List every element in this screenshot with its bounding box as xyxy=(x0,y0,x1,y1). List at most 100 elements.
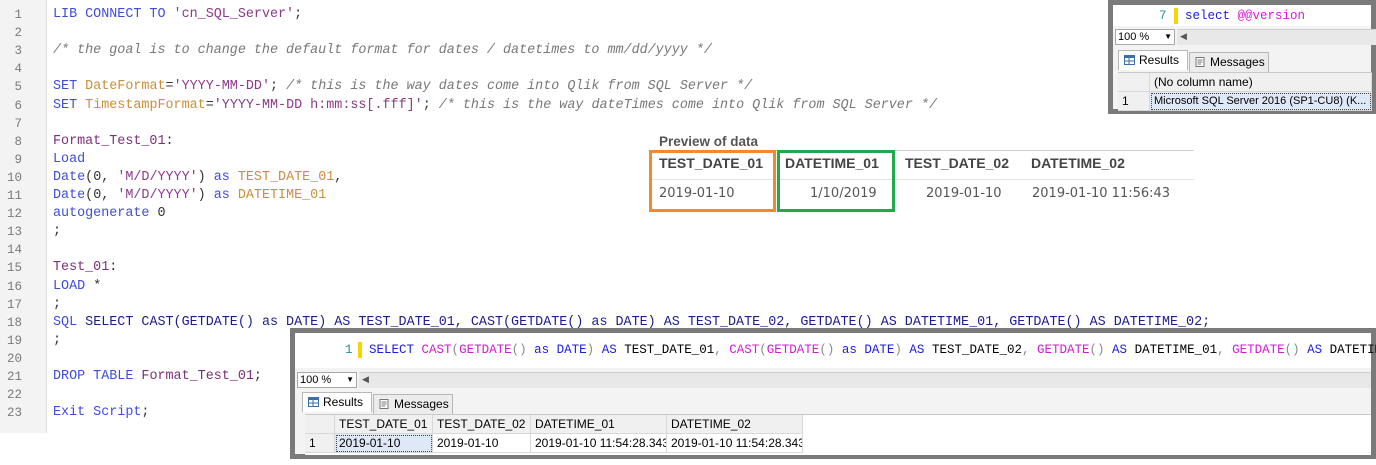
change-marker xyxy=(358,342,362,358)
chevron-down-icon: ▼ xyxy=(1164,32,1172,41)
query-editor[interactable]: 7 select @@version xyxy=(1113,5,1371,26)
code-token: Exit Script xyxy=(53,405,142,421)
results-grid[interactable]: (No column name) 1 Microsoft SQL Server … xyxy=(1118,72,1372,111)
cell-test-date-02[interactable]: 2019-01-10 xyxy=(433,434,531,453)
preview-header-datetime-02[interactable]: DATETIME_02 xyxy=(1031,155,1125,171)
horizontal-scrollbar[interactable]: ◀ xyxy=(1177,29,1376,45)
tab-results[interactable]: Results xyxy=(302,392,372,412)
line-number: 3 xyxy=(14,44,22,59)
row-number[interactable]: 1 xyxy=(305,434,335,453)
line-code[interactable]: ; xyxy=(53,223,61,241)
column-header-datetime-02[interactable]: DATETIME_02 xyxy=(667,415,803,434)
scroll-left-icon: ◀ xyxy=(362,374,369,384)
line-code[interactable]: Load xyxy=(53,151,85,169)
line-code[interactable]: LOAD * xyxy=(53,278,101,296)
tab-messages[interactable]: Messages xyxy=(373,394,453,414)
line-code[interactable]: ; xyxy=(53,332,61,350)
code-token: * xyxy=(93,278,102,294)
line-code[interactable]: Date(0, 'M/D/YYYY') as DATETIME_01 xyxy=(53,187,326,205)
code-token: LIB CONNECT TO xyxy=(53,7,174,22)
code-token: : xyxy=(165,133,174,149)
line-code[interactable]: Format_Test_01: xyxy=(53,133,174,151)
zoom-select[interactable]: 100 % ▼ xyxy=(297,372,357,388)
code-token: : xyxy=(109,260,118,276)
preview-header-test-date-02[interactable]: TEST_DATE_02 xyxy=(905,155,1009,171)
highlight-box-green xyxy=(777,150,895,212)
line-number: 23 xyxy=(6,406,22,421)
code-token: as xyxy=(213,188,238,203)
line-code[interactable]: Test_01: xyxy=(53,259,117,277)
code-token: ; xyxy=(141,405,150,421)
code-token: autogenerate xyxy=(53,206,158,222)
column-header-test-date-01[interactable]: TEST_DATE_01 xyxy=(335,415,433,434)
line-number: 1 xyxy=(14,8,22,22)
code-token: /* this is the way dateTimes come into Q… xyxy=(438,97,937,113)
query-text[interactable]: select @@version xyxy=(1185,9,1305,23)
query-editor[interactable]: 1 SELECT CAST(GETDATE() as DATE) AS TEST… xyxy=(295,333,1376,368)
code-token: DateFormat xyxy=(85,79,166,95)
code-token: as xyxy=(213,169,238,185)
line-number: 17 xyxy=(6,297,22,312)
code-token: ; xyxy=(422,97,439,113)
line-number: 9 xyxy=(14,152,22,167)
change-marker xyxy=(1174,8,1178,24)
code-token: ; xyxy=(294,7,303,22)
row-header-corner xyxy=(305,415,335,434)
line-number: 19 xyxy=(6,333,22,348)
line-number: 6 xyxy=(14,98,22,113)
line-number: 2 xyxy=(14,26,22,41)
code-token: SQL xyxy=(53,314,86,330)
tab-messages[interactable]: Messages xyxy=(1189,52,1269,72)
row-number[interactable]: 1 xyxy=(1118,92,1150,111)
line-code[interactable]: DROP TABLE Format_Test_01; xyxy=(53,368,262,386)
results-grid[interactable]: TEST_DATE_01 TEST_DATE_02 DATETIME_01 DA… xyxy=(305,414,1371,455)
preview-cell-datetime-02: 2019-01-10 11:56:43 xyxy=(1032,186,1171,201)
code-token: SET xyxy=(53,97,86,113)
code-token: (0, xyxy=(85,169,118,185)
cell-datetime-02[interactable]: 2019-01-10 11:54:28.343 xyxy=(667,434,803,453)
tab-results[interactable]: Results xyxy=(1118,50,1188,70)
line-number: 12 xyxy=(6,207,22,222)
line-code[interactable]: SET TimestampFormat='YYYY-MM-DD h:mm:ss[… xyxy=(53,97,937,115)
query-variable: @@version xyxy=(1237,9,1306,23)
code-token: = xyxy=(165,79,174,95)
code-token: Format_Test_01 xyxy=(141,369,254,384)
line-number: 18 xyxy=(6,315,22,330)
code-token: ) xyxy=(197,169,214,185)
line-code[interactable]: LIB CONNECT TO 'cn_SQL_Server'; xyxy=(53,6,302,24)
line-code[interactable]: autogenerate 0 xyxy=(53,205,166,223)
zoom-select[interactable]: 100 % ▼ xyxy=(1115,29,1175,45)
query-text[interactable]: SELECT CAST(GETDATE() as DATE) AS TEST_D… xyxy=(369,343,1376,357)
column-header-test-date-02[interactable]: TEST_DATE_02 xyxy=(433,415,531,434)
query-line-number: 1 xyxy=(345,343,353,357)
zoom-value: 100 % xyxy=(1118,31,1150,43)
version-cell[interactable]: Microsoft SQL Server 2016 (SP1-CU8) (K..… xyxy=(1150,92,1372,111)
cell-datetime-01[interactable]: 2019-01-10 11:54:28.343 xyxy=(531,434,667,453)
code-token: Date xyxy=(53,169,86,185)
code-token: LOAD xyxy=(53,278,94,294)
tab-results-label: Results xyxy=(1139,53,1180,67)
zoom-value: 100 % xyxy=(300,374,332,386)
preview-title: Preview of data xyxy=(659,134,759,149)
code-token: 'M/D/YYYY' xyxy=(117,169,198,185)
horizontal-scrollbar[interactable]: ◀ xyxy=(359,372,1371,388)
cell-test-date-01[interactable]: 2019-01-10 xyxy=(335,434,433,453)
line-code[interactable]: Exit Script; xyxy=(53,404,149,422)
code-token: SET xyxy=(53,79,86,95)
line-code[interactable]: ; xyxy=(53,296,61,314)
column-header-datetime-01[interactable]: DATETIME_01 xyxy=(531,415,667,434)
code-token: 'cn_SQL_Server' xyxy=(173,7,295,22)
line-code[interactable]: Date(0, 'M/D/YYYY') as TEST_DATE_01, xyxy=(53,169,342,187)
code-token: Format_Test_01 xyxy=(53,133,166,149)
code-token: 'YYYY-MM-DD' xyxy=(173,79,270,95)
line-code[interactable]: /* the goal is to change the default for… xyxy=(53,42,712,60)
query-keyword: select xyxy=(1185,9,1231,23)
code-token: ; xyxy=(270,79,287,95)
preview-cell-test-date-02: 2019-01-10 xyxy=(926,186,1002,201)
messages-icon xyxy=(379,399,389,409)
code-token: Test_01 xyxy=(53,260,110,276)
line-code[interactable]: SET DateFormat='YYYY-MM-DD'; /* this is … xyxy=(53,78,752,96)
column-header[interactable]: (No column name) xyxy=(1150,73,1372,92)
tab-results-label: Results xyxy=(323,395,364,409)
highlight-box-orange xyxy=(649,150,776,212)
